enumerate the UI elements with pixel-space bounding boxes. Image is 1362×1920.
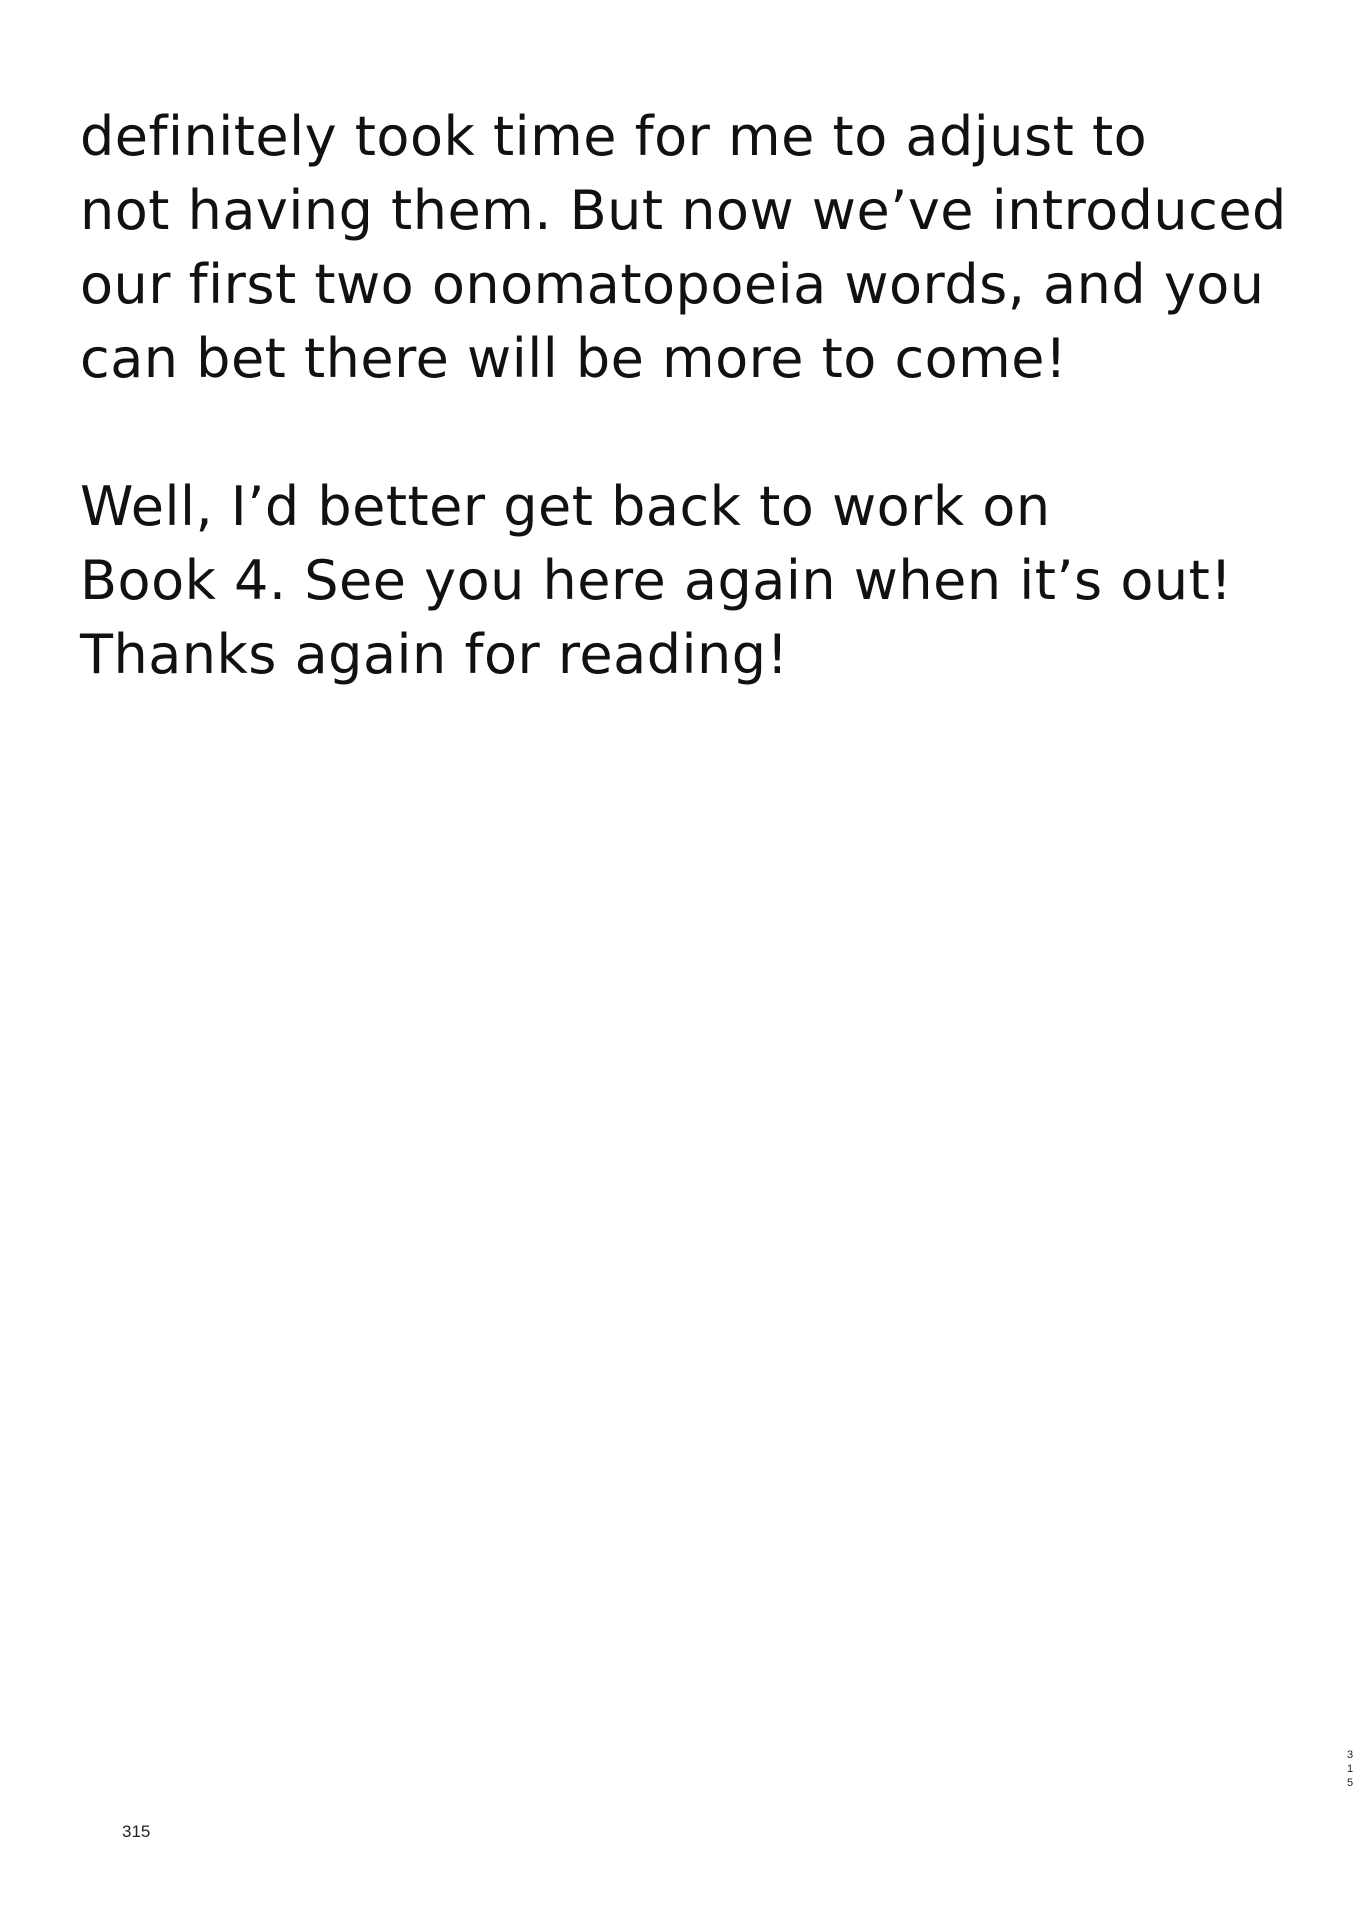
side-page-digit: 5	[1346, 1777, 1354, 1789]
text-line: not having them. But now we’ve introduce…	[80, 179, 1287, 242]
text-line: definitely took time for me to adjust to	[80, 105, 1148, 168]
document-page: definitely took time for me to adjust to…	[0, 0, 1362, 1920]
text-line: our first two onomatopoeia words, and yo…	[80, 253, 1265, 316]
side-page-number: 3 1 5	[1345, 1748, 1355, 1790]
text-line: can bet there will be more to come!	[80, 327, 1068, 390]
side-page-digit: 3	[1346, 1749, 1354, 1761]
text-line: Book 4. See you here again when it’s out…	[80, 549, 1233, 612]
text-line: Well, I’d better get back to work on	[80, 475, 1051, 538]
side-page-digit: 1	[1346, 1763, 1354, 1775]
page-number: 315	[122, 1822, 151, 1841]
body-text: definitely took time for me to adjust to…	[80, 100, 1287, 766]
paragraph-1: definitely took time for me to adjust to…	[80, 100, 1287, 396]
paragraph-2: Well, I’d better get back to work on Boo…	[80, 470, 1280, 692]
text-line: Thanks again for reading!	[80, 623, 789, 686]
